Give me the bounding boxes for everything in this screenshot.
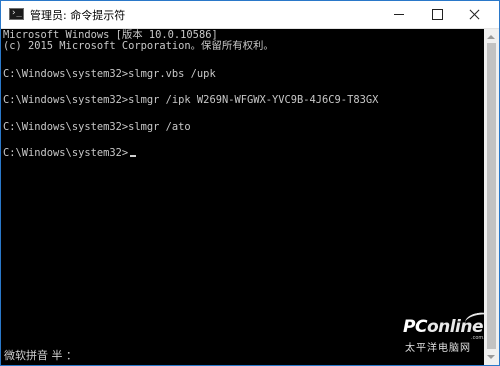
- console-line-command: C:\Windows\system32>slmgr /ato: [3, 121, 191, 133]
- console-line-copyright: (c) 2015 Microsoft Corporation。保留所有权利。: [3, 40, 274, 52]
- text-cursor: [130, 155, 137, 157]
- title-bar[interactable]: ›_ 管理员: 命令提示符: [1, 1, 499, 29]
- ime-status-bar: 微软拼音 半 ：: [4, 349, 77, 362]
- console-line-command: C:\Windows\system32>slmgr /ipk W269N-WFG…: [3, 94, 379, 106]
- scroll-down-arrow-icon[interactable]: [487, 355, 495, 359]
- maximize-button[interactable]: [419, 1, 455, 28]
- scroll-up-arrow-icon[interactable]: [487, 35, 495, 39]
- minimize-button[interactable]: [381, 1, 417, 28]
- console-line-prompt[interactable]: C:\Windows\system32>: [3, 147, 137, 159]
- console-output[interactable]: Microsoft Windows [版本 10.0.10586] (c) 20…: [1, 29, 484, 365]
- logo-text: PConline: [403, 317, 484, 337]
- close-button[interactable]: [457, 1, 493, 28]
- console-line-command: C:\Windows\system32>slmgr.vbs /upk: [3, 68, 216, 80]
- window-title: 管理员: 命令提示符: [30, 9, 126, 22]
- command-prompt-icon[interactable]: ›_: [9, 8, 24, 20]
- vertical-scrollbar[interactable]: [484, 29, 499, 365]
- command-prompt-window: ›_ 管理员: 命令提示符 Microsoft Windows [版本 10.0…: [0, 0, 500, 366]
- prompt-text: C:\Windows\system32>: [3, 147, 129, 159]
- logo-subtitle: 太平洋电脑网: [405, 343, 471, 354]
- pconline-watermark-logo: PConline .com.cn 太平洋电脑网: [403, 310, 495, 363]
- scroll-thumb[interactable]: [487, 43, 496, 349]
